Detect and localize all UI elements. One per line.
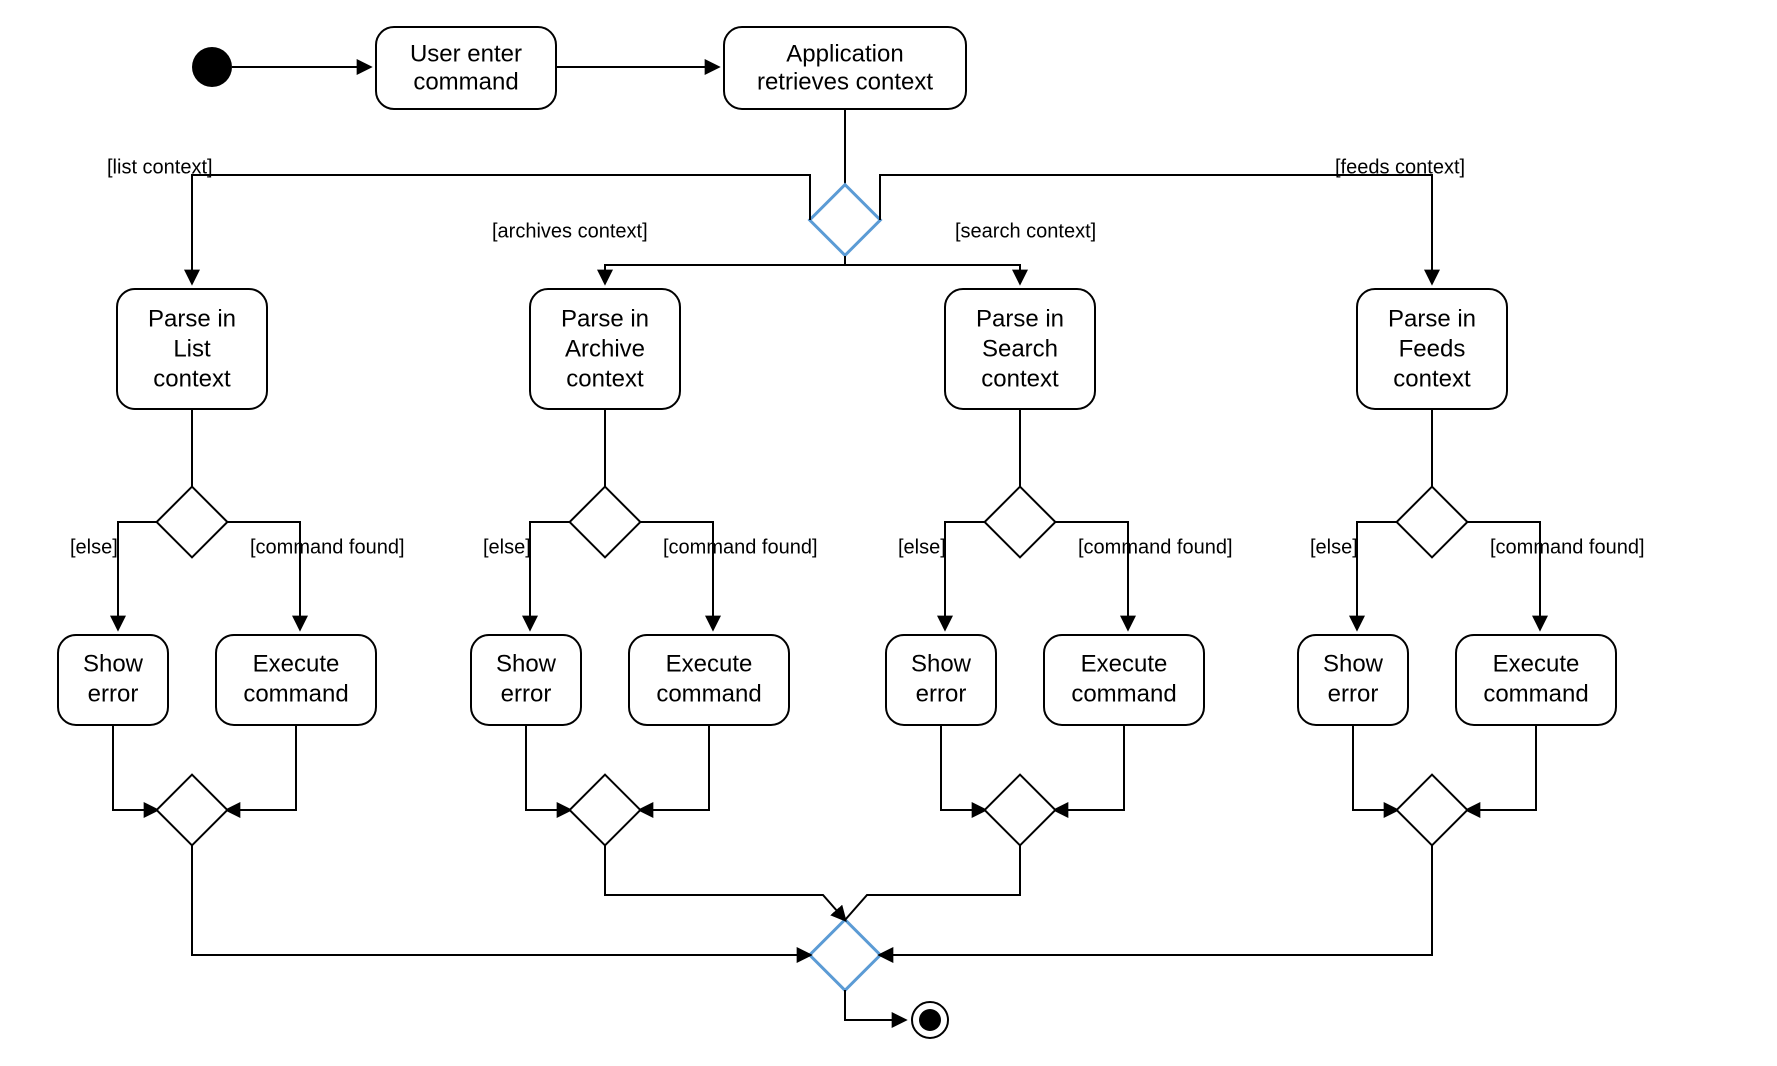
guard-list-found: [command found] — [250, 536, 405, 558]
initial-node-icon — [192, 47, 232, 87]
merge-search — [985, 775, 1056, 846]
guard-archives-context: [archives context] — [492, 220, 648, 242]
edge-feeds-error-to-merge — [1353, 725, 1397, 810]
guard-list-else: [else] — [70, 536, 118, 558]
guard-search-else: [else] — [898, 536, 946, 558]
activity-parse-feeds-l2: Feeds — [1399, 335, 1466, 362]
activity-app-retrieves-context-l2: retrieves context — [757, 68, 933, 95]
edge-archive-decision-to-error — [530, 522, 570, 629]
activity-list-show-error-l1: Show — [83, 650, 144, 677]
activity-parse-list-l2: List — [173, 335, 211, 362]
decision-feeds — [1397, 487, 1468, 558]
edge-search-decision-to-error — [945, 522, 985, 629]
activity-archive-exec-l2: command — [656, 680, 761, 707]
activity-feeds-exec-l1: Execute — [1493, 650, 1580, 677]
merge-list — [157, 775, 228, 846]
guard-feeds-else: [else] — [1310, 536, 1358, 558]
activity-parse-search-l3: context — [981, 365, 1059, 392]
edge-list-merge-to-bottom — [192, 845, 810, 955]
activity-diagram: User enter command Application retrieves… — [0, 0, 1777, 1066]
activity-archive-show-error-l2: error — [501, 680, 552, 707]
activity-search-show-error-l2: error — [916, 680, 967, 707]
decision-list — [157, 487, 228, 558]
activity-parse-archive-l2: Archive — [565, 335, 645, 362]
merge-bottom — [810, 920, 881, 991]
activity-feeds-show-error-l1: Show — [1323, 650, 1384, 677]
guard-archive-found: [command found] — [663, 536, 818, 558]
guard-feeds-found: [command found] — [1490, 536, 1645, 558]
decision-archive — [570, 487, 641, 558]
edge-search-error-to-merge — [941, 725, 985, 810]
edge-archive-merge-to-bottom — [605, 845, 845, 920]
activity-feeds-exec-l2: command — [1483, 680, 1588, 707]
activity-archive-show-error-l1: Show — [496, 650, 557, 677]
edge-archive-error-to-merge — [526, 725, 570, 810]
activity-list-exec-l1: Execute — [253, 650, 340, 677]
decision-context — [810, 185, 881, 256]
activity-list-show-error-l2: error — [88, 680, 139, 707]
activity-app-retrieves-context-l1: Application — [786, 40, 903, 67]
activity-parse-feeds-l3: context — [1393, 365, 1471, 392]
activity-user-enter-command-l2: command — [413, 68, 518, 95]
activity-parse-list-l3: context — [153, 365, 231, 392]
activity-parse-archive-l1: Parse in — [561, 305, 649, 332]
merge-archive — [570, 775, 641, 846]
activity-list-exec-l2: command — [243, 680, 348, 707]
guard-feeds-context: [feeds context] — [1335, 156, 1465, 178]
edge-list-exec-to-merge — [227, 725, 296, 810]
activity-parse-search-l2: Search — [982, 335, 1058, 362]
edge-search-merge-to-bottom — [845, 845, 1020, 920]
edge-list-error-to-merge — [113, 725, 157, 810]
edge-search-exec-to-merge — [1055, 725, 1124, 810]
activity-search-show-error-l1: Show — [911, 650, 972, 677]
activity-parse-archive-l3: context — [566, 365, 644, 392]
merge-feeds — [1397, 775, 1468, 846]
activity-user-enter-command-l1: User enter — [410, 40, 522, 67]
guard-list-context: [list context] — [107, 156, 213, 178]
activity-archive-exec-l1: Execute — [666, 650, 753, 677]
activity-parse-list-l1: Parse in — [148, 305, 236, 332]
edge-feeds-exec-to-merge — [1467, 725, 1536, 810]
activity-parse-search-l1: Parse in — [976, 305, 1064, 332]
edge-feeds-merge-to-bottom — [880, 845, 1432, 955]
decision-search — [985, 487, 1056, 558]
guard-search-context: [search context] — [955, 220, 1096, 242]
activity-search-exec-l1: Execute — [1081, 650, 1168, 677]
edge-decision-to-archive — [605, 256, 845, 283]
edge-feeds-decision-to-error — [1357, 522, 1397, 629]
edge-list-decision-to-error — [118, 522, 157, 629]
edge-archive-exec-to-merge — [640, 725, 709, 810]
activity-parse-feeds-l1: Parse in — [1388, 305, 1476, 332]
activity-search-exec-l2: command — [1071, 680, 1176, 707]
guard-archive-else: [else] — [483, 536, 531, 558]
activity-feeds-show-error-l2: error — [1328, 680, 1379, 707]
guard-search-found: [command found] — [1078, 536, 1233, 558]
edge-bottom-merge-to-final — [845, 990, 905, 1020]
final-node-icon — [912, 1002, 948, 1038]
edge-decision-to-search — [845, 256, 1020, 283]
